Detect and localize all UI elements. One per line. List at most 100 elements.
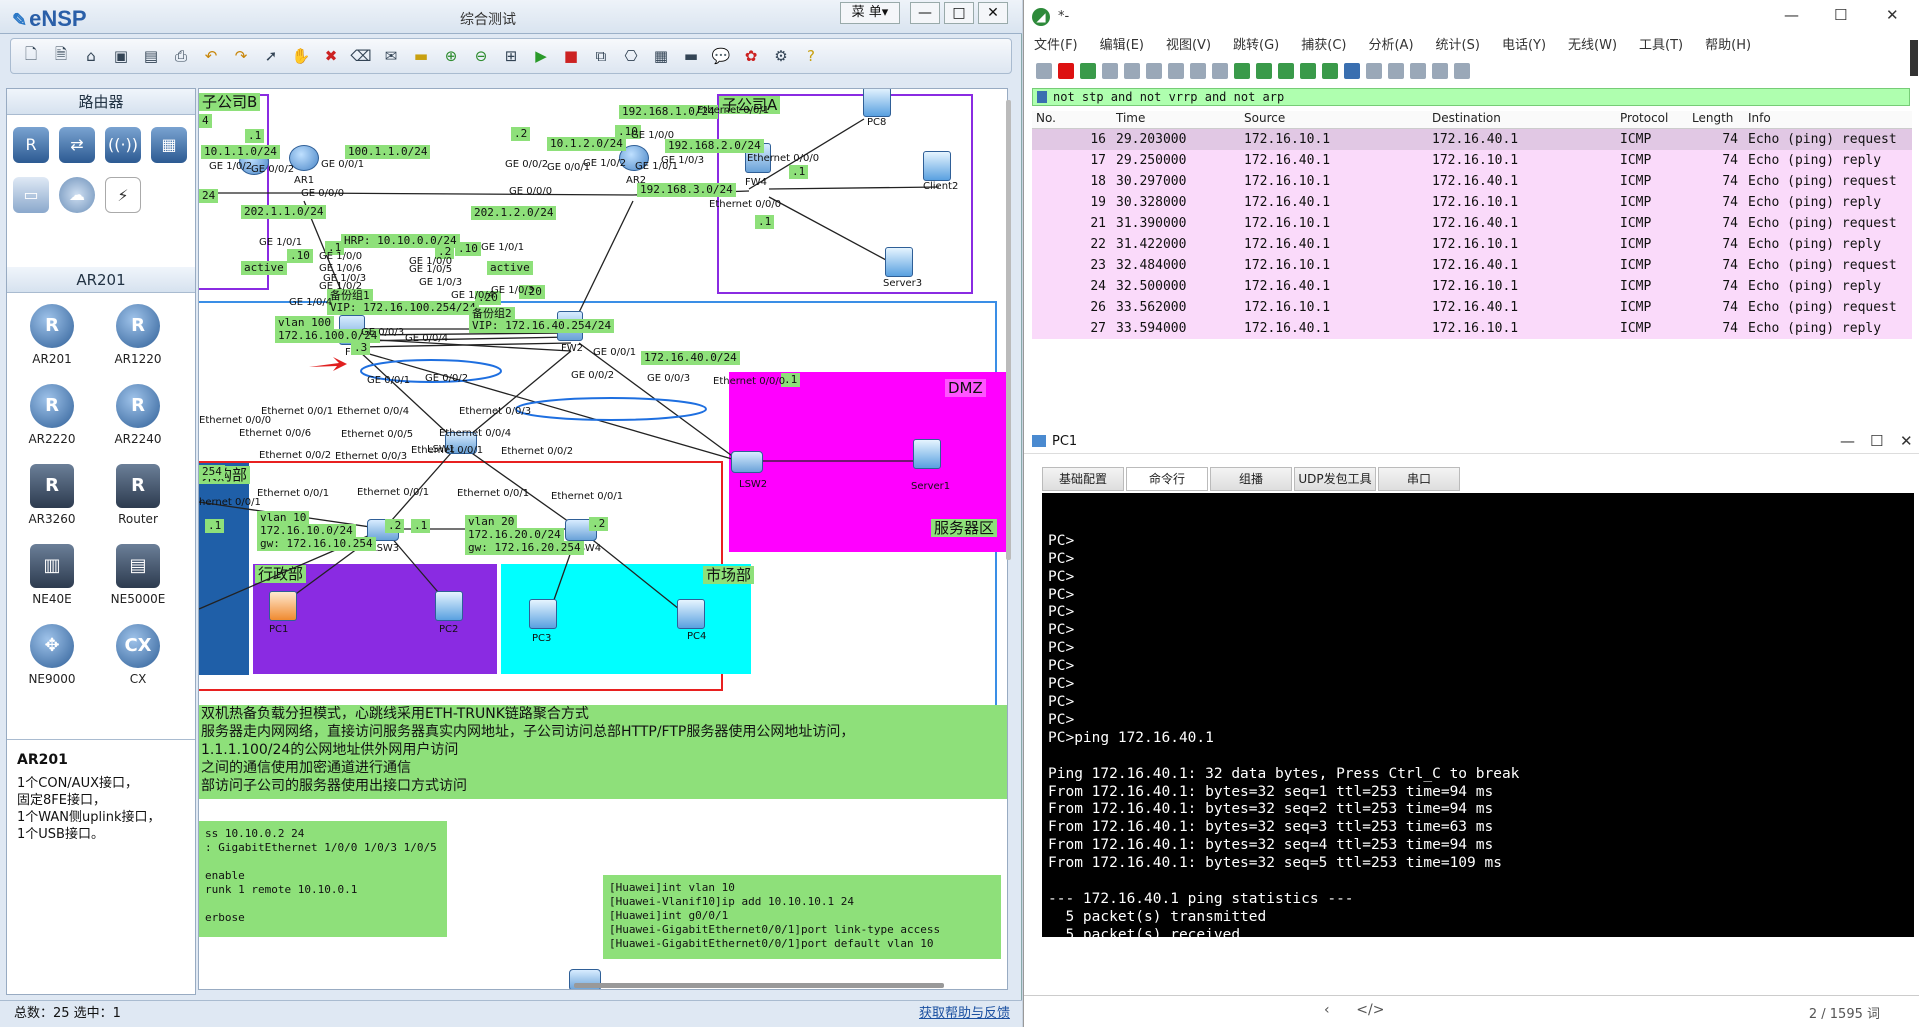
column-length[interactable]: Length [1688,111,1744,128]
delete-link-icon[interactable]: ⌫ [349,44,373,68]
menu-edit[interactable]: 编辑(E) [1100,34,1144,56]
column-protocol[interactable]: Protocol [1616,111,1688,128]
packet-row[interactable]: 23 32.484000 172.16.10.1 172.16.40.1 ICMP 74 E… [1032,255,1912,276]
column-destination[interactable]: Destination [1428,111,1616,128]
select-icon[interactable]: ➚ [259,44,283,68]
settings-gear-icon[interactable]: ⚙ [769,44,793,68]
node-server3[interactable] [885,247,913,277]
column-source[interactable]: Source [1240,111,1428,128]
close-button[interactable]: ✕ [1900,432,1913,450]
topology-icon[interactable]: ⎔ [619,44,643,68]
canvas-horizontal-scrollbar[interactable] [574,983,944,988]
stop-device-icon[interactable]: ■ [559,44,583,68]
text-note-icon[interactable]: ✉ [379,44,403,68]
menu-view[interactable]: 视图(V) [1166,34,1211,56]
colorize-icon[interactable] [1366,63,1382,79]
capture-icon[interactable]: ⧉ [589,44,613,68]
topology-canvas[interactable]: 子公司B 子公司A DMZ 服务器区 采购部 行政部 市场部 [198,88,1008,990]
packet-row[interactable]: 17 29.250000 172.16.40.1 172.16.10.1 ICMP 74 E… [1032,150,1912,171]
device-ne5000e[interactable]: ▤ NE5000E [103,544,173,606]
maximize-button[interactable]: □ [944,2,974,24]
go-last-icon[interactable] [1322,63,1338,79]
open-file-icon[interactable] [1124,63,1140,79]
packet-row[interactable]: 27 33.594000 172.16.40.1 172.16.10.1 ICMP 74 E… [1032,318,1912,339]
tab-serial[interactable]: 串口 [1378,467,1460,491]
pan-hand-icon[interactable]: ✋ [289,44,313,68]
menu-tools[interactable]: 工具(T) [1639,34,1683,56]
print-icon[interactable]: ⎙ [169,44,193,68]
packet-row[interactable]: 16 29.203000 172.16.10.1 172.16.40.1 ICMP 74 E… [1032,129,1912,150]
reload-icon[interactable] [1190,63,1206,79]
minimize-button[interactable]: — [1784,6,1799,24]
canvas-vertical-scrollbar[interactable] [1006,100,1011,560]
node-pc3[interactable] [529,599,557,629]
save-as-icon[interactable]: ▤ [139,44,163,68]
go-back-icon[interactable] [1234,63,1250,79]
zoom-in-icon[interactable] [1388,63,1404,79]
node-pc2[interactable] [435,591,463,621]
prev-chevron-icon[interactable]: ‹ </> [1324,1002,1384,1018]
stop-capture-icon[interactable] [1058,63,1074,79]
new-example-icon[interactable]: 🗎 [49,44,73,68]
maximize-button[interactable]: ☐ [1870,432,1883,450]
tab-multicast[interactable]: 组播 [1210,467,1292,491]
new-topology-icon[interactable]: 🗋 [19,44,43,68]
menu-help[interactable]: 帮助(H) [1705,34,1751,56]
resize-columns-icon[interactable] [1454,63,1470,79]
help-icon[interactable]: ? [799,44,823,68]
packet-row[interactable]: 26 33.562000 172.16.10.1 172.16.40.1 ICMP 74 E… [1032,297,1912,318]
device-ne9000[interactable]: ✥ NE9000 [17,624,87,686]
capture-options-gear-icon[interactable] [1102,63,1118,79]
menu-go[interactable]: 跳转(G) [1233,34,1279,56]
tab-command-line[interactable]: 命令行 [1126,467,1208,491]
packet-row[interactable]: 22 31.422000 172.16.40.1 172.16.10.1 ICMP 74 E… [1032,234,1912,255]
node-server1[interactable] [913,439,941,469]
close-button[interactable]: ✕ [978,2,1008,24]
redo-icon[interactable]: ↷ [229,44,253,68]
node-pc4[interactable] [677,599,705,629]
tab-basic-config[interactable]: 基础配置 [1042,467,1124,491]
menu-statistics[interactable]: 统计(S) [1436,34,1480,56]
menu-wireless[interactable]: 无线(W) [1568,34,1617,56]
bookmark-icon[interactable] [1037,91,1047,103]
node-lsw2[interactable] [731,451,763,473]
pc-category-icon[interactable]: ▭ [13,177,49,213]
switch-category-icon[interactable]: ⇄ [59,127,95,163]
column-info[interactable]: Info [1744,111,1912,128]
menu-capture[interactable]: 捕获(C) [1301,34,1346,56]
menu-analyze[interactable]: 分析(A) [1368,34,1413,56]
menu-telephony[interactable]: 电话(Y) [1502,34,1546,56]
save-file-icon[interactable] [1146,63,1162,79]
zoom-out-icon[interactable]: ⊖ [469,44,493,68]
auto-scroll-icon[interactable] [1344,63,1360,79]
open-icon[interactable]: ⌂ [79,44,103,68]
rectangle-icon[interactable]: ▬ [409,44,433,68]
column-time[interactable]: Time [1112,111,1240,128]
restart-capture-icon[interactable] [1080,63,1096,79]
go-first-icon[interactable] [1300,63,1316,79]
close-file-icon[interactable] [1168,63,1184,79]
minimize-button[interactable]: — [1840,432,1855,450]
undo-icon[interactable]: ↶ [199,44,223,68]
go-forward-icon[interactable] [1256,63,1272,79]
close-button[interactable]: ✕ [1886,6,1899,24]
find-packet-icon[interactable] [1212,63,1228,79]
device-ne40e[interactable]: ▥ NE40E [17,544,87,606]
cloud-category-icon[interactable]: ☁ [59,177,95,213]
device-ar2240[interactable]: R AR2240 [103,384,173,446]
link-category-icon[interactable]: ⚡ [105,177,141,213]
menu-file[interactable]: 文件(F) [1034,34,1078,56]
device-ar1220[interactable]: R AR1220 [103,304,173,366]
command-console[interactable]: PC> PC> PC> PC> PC> PC> PC> PC> PC> PC> … [1042,493,1914,937]
device-ar3260[interactable]: R AR3260 [17,464,87,526]
fit-window-icon[interactable]: ⊞ [499,44,523,68]
packet-row[interactable]: 24 32.500000 172.16.40.1 172.16.10.1 ICMP 74 E… [1032,276,1912,297]
save-icon[interactable]: ▣ [109,44,133,68]
help-feedback-link[interactable]: 获取帮助与反馈 [919,1001,1010,1027]
go-to-packet-icon[interactable] [1278,63,1294,79]
packet-row[interactable]: 21 31.390000 172.16.10.1 172.16.40.1 ICMP 74 E… [1032,213,1912,234]
firewall-category-icon[interactable]: ▦ [151,127,187,163]
packet-row[interactable]: 18 30.297000 172.16.10.1 172.16.40.1 ICMP 74 E… [1032,171,1912,192]
start-device-icon[interactable]: ▶ [529,44,553,68]
packet-row[interactable]: 19 30.328000 172.16.40.1 172.16.10.1 ICMP 74 E… [1032,192,1912,213]
